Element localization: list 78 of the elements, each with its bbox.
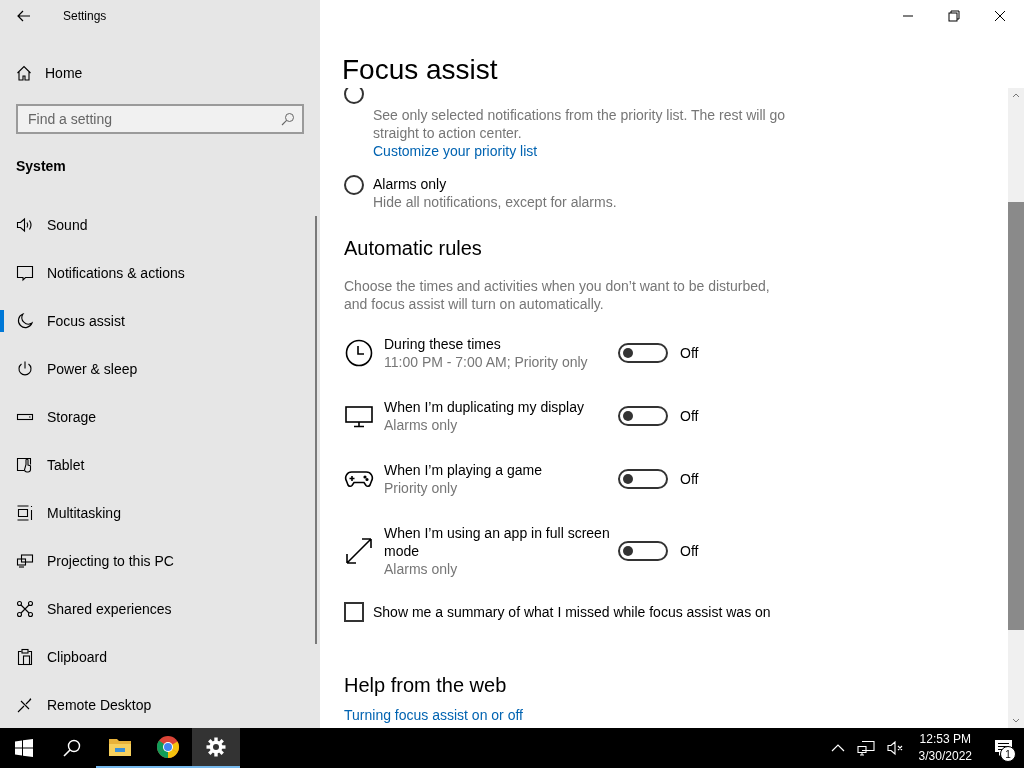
nav-item[interactable]: Power & sleep bbox=[0, 345, 320, 393]
notification-badge: 1 bbox=[1000, 746, 1016, 762]
radio-button[interactable] bbox=[344, 175, 364, 195]
speech-bubble-icon bbox=[16, 264, 34, 282]
diagonal-arrow-icon bbox=[344, 536, 374, 566]
taskbar-app[interactable] bbox=[192, 728, 240, 768]
section-heading: Help from the web bbox=[344, 674, 508, 698]
nav-item[interactable]: Multitasking bbox=[0, 489, 320, 537]
checkbox[interactable] bbox=[344, 602, 364, 622]
section-description: Choose the times and activities when you don’t want to be disturbed, and focus assist will turn on automatically. bbox=[344, 277, 771, 313]
section-heading: Automatic rules bbox=[344, 237, 483, 261]
gear-icon bbox=[206, 737, 226, 757]
toggle-state: Off bbox=[680, 471, 699, 487]
nav-item[interactable]: Focus assist bbox=[0, 297, 320, 345]
clock[interactable]: 12:53 PM 3/30/2022 bbox=[918, 731, 972, 765]
option-description: Hide all notifications, except for alarms. bbox=[373, 193, 618, 211]
rule-title: When I’m using an app in full screen mode bbox=[384, 524, 611, 560]
nav-item[interactable]: Clipboard bbox=[0, 633, 320, 681]
scroll-down-icon bbox=[1012, 718, 1020, 724]
scrollbar[interactable] bbox=[315, 216, 317, 644]
nav-item[interactable]: Sound bbox=[0, 201, 320, 249]
restore-icon[interactable] bbox=[948, 10, 960, 22]
clipboard-icon bbox=[16, 648, 34, 666]
search-field[interactable]: Find a setting bbox=[16, 104, 304, 134]
toggle-state: Off bbox=[680, 543, 699, 559]
radio-button[interactable] bbox=[344, 88, 364, 104]
customize-link[interactable]: Customize your priority list bbox=[373, 143, 538, 159]
network-icon[interactable] bbox=[856, 740, 875, 756]
option-label: Alarms only bbox=[373, 175, 448, 193]
toggle-state: Off bbox=[680, 408, 699, 424]
rule-title: During these times bbox=[384, 335, 502, 353]
round-app-icon bbox=[156, 735, 180, 759]
option-description: See only selected notifications from the priority list. The rest will go straight to action center. bbox=[373, 106, 787, 142]
back-arrow-icon[interactable] bbox=[17, 10, 31, 22]
nav-item[interactable]: Projecting to this PC bbox=[0, 537, 320, 585]
tablet-icon bbox=[16, 456, 34, 474]
section-heading: System bbox=[16, 158, 67, 174]
help-link[interactable]: Turning focus assist on or off bbox=[344, 707, 523, 723]
nav-item[interactable]: Shared experiences bbox=[0, 585, 320, 633]
power-icon bbox=[16, 360, 34, 378]
home-link[interactable]: Home bbox=[0, 49, 320, 97]
screens-icon bbox=[16, 552, 34, 570]
rule-subtitle: 11:00 PM - 7:00 AM; Priority only bbox=[384, 353, 589, 371]
muted-speaker-icon[interactable] bbox=[886, 740, 905, 756]
close-icon[interactable] bbox=[994, 10, 1006, 22]
remote-icon bbox=[16, 696, 34, 714]
search-icon[interactable] bbox=[281, 112, 295, 126]
window-title: Settings bbox=[63, 9, 107, 23]
toggle-switch[interactable] bbox=[618, 406, 668, 426]
rule-title: When I’m duplicating my display bbox=[384, 398, 585, 416]
search-icon bbox=[63, 739, 81, 757]
toggle-switch[interactable] bbox=[618, 541, 668, 561]
checkbox-label: Show me a summary of what I missed while focus assist was on bbox=[373, 604, 771, 620]
nav-item[interactable]: Remote Desktop bbox=[0, 681, 320, 729]
scroll-up-icon bbox=[1012, 92, 1020, 98]
date-text: 3/30/2022 bbox=[918, 748, 972, 765]
window-layout-icon bbox=[16, 504, 34, 522]
folder-icon bbox=[108, 737, 132, 757]
action-center-button[interactable]: 1 bbox=[984, 728, 1024, 768]
toggle-state: Off bbox=[680, 345, 699, 361]
nav-item[interactable]: Tablet bbox=[0, 441, 320, 489]
clock-icon bbox=[344, 338, 374, 368]
chevron-up-icon[interactable] bbox=[830, 743, 845, 753]
scrollbar[interactable] bbox=[1008, 88, 1024, 728]
rule-title: When I’m playing a game bbox=[384, 461, 543, 479]
rule-subtitle: Alarms only bbox=[384, 416, 459, 434]
toggle-switch[interactable] bbox=[618, 469, 668, 489]
nav-item[interactable]: Notifications & actions bbox=[0, 249, 320, 297]
rule-subtitle: Priority only bbox=[384, 479, 459, 497]
toggle-switch[interactable] bbox=[618, 343, 668, 363]
speaker-icon bbox=[16, 216, 34, 234]
windows-icon bbox=[15, 739, 33, 757]
network-nodes-icon bbox=[16, 600, 34, 618]
time-text: 12:53 PM bbox=[919, 731, 971, 748]
moon-icon bbox=[16, 312, 34, 330]
home-icon bbox=[16, 65, 32, 81]
rule-subtitle: Alarms only bbox=[384, 560, 459, 578]
nav-item[interactable]: Storage bbox=[0, 393, 320, 441]
